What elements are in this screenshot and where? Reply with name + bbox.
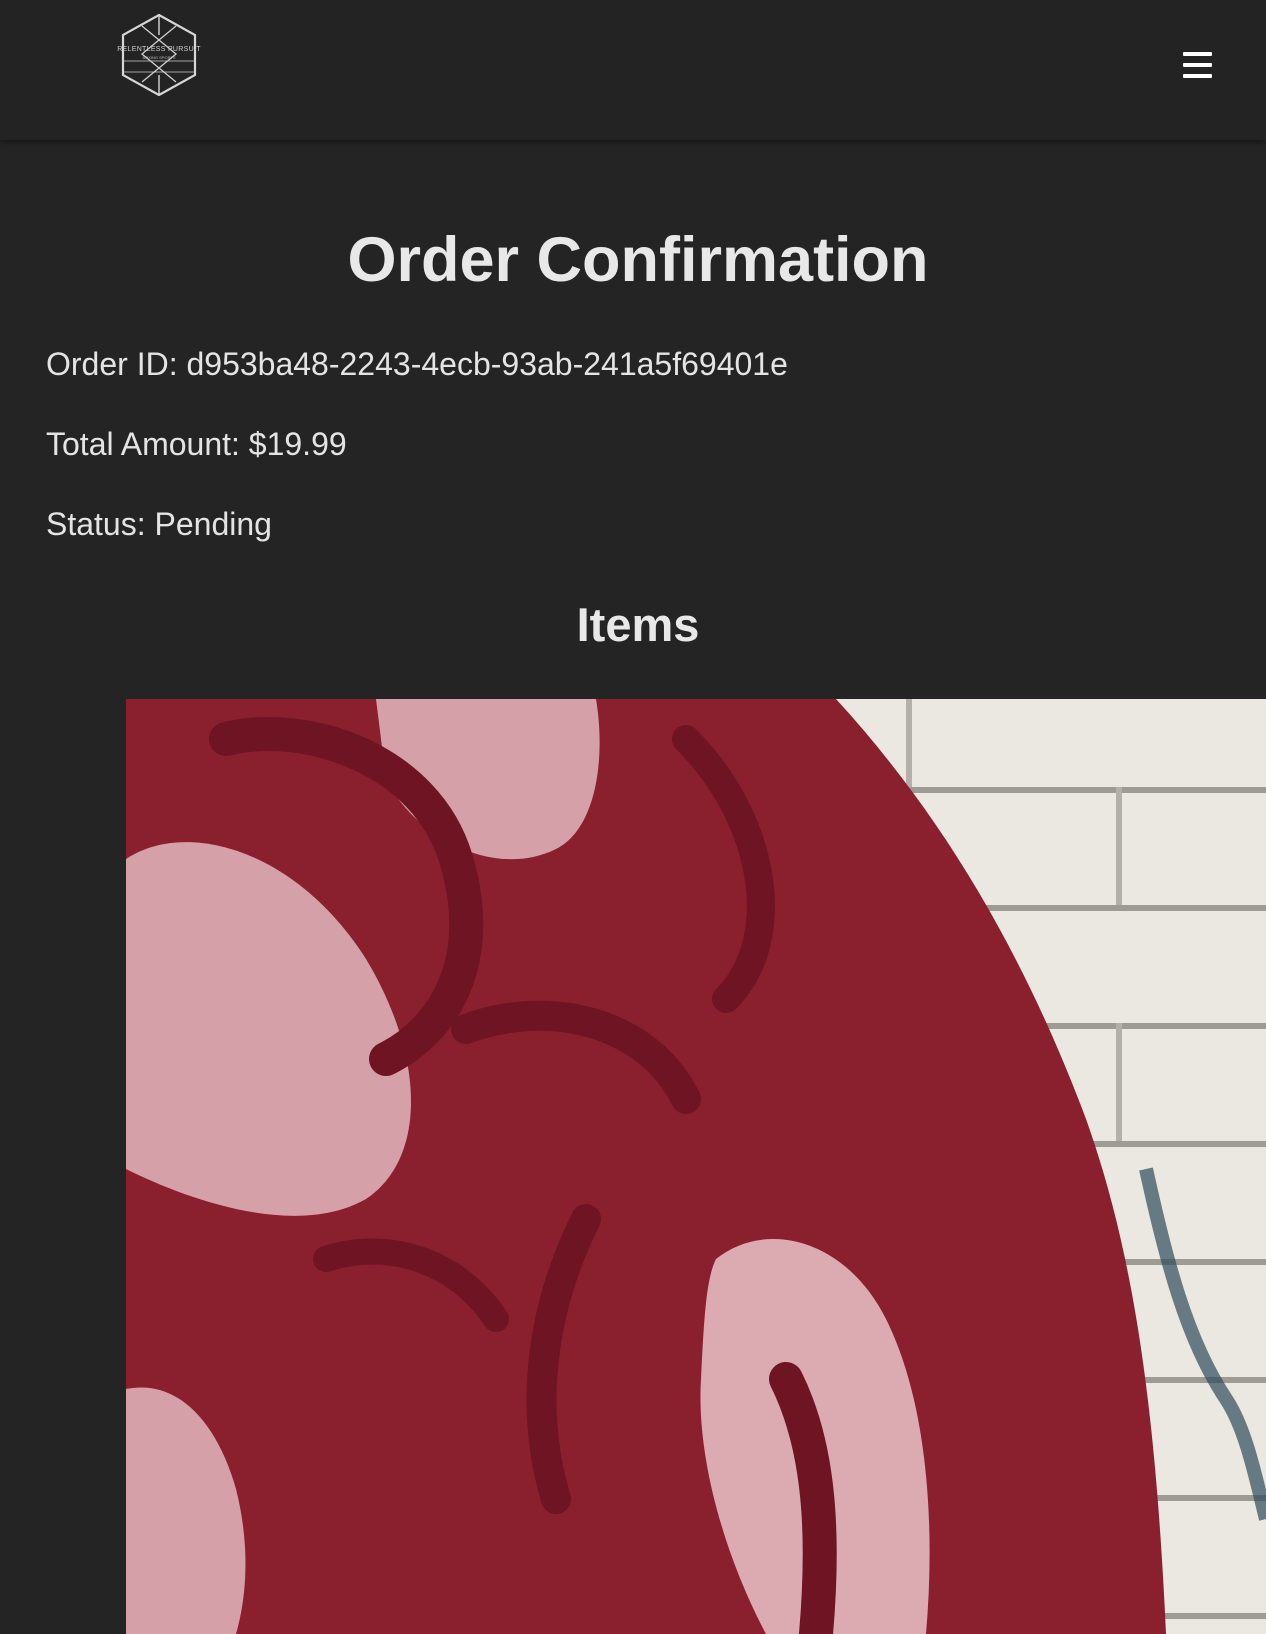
site-header: RELENTLESS PURSUIT BOXING SPORTS xyxy=(0,0,1266,140)
total-amount: Total Amount: $19.99 xyxy=(46,426,347,462)
page-title: Order Confirmation xyxy=(347,225,929,295)
hamburger-menu-icon[interactable] xyxy=(1168,48,1212,82)
logo-subtext: BOXING SPORTS xyxy=(142,55,176,60)
order-id: Order ID: d953ba48-2243-4ecb-93ab-241a5f… xyxy=(46,346,788,382)
hexagon-logo-icon xyxy=(121,13,197,97)
items-heading: Items xyxy=(576,598,700,651)
logo-text: RELENTLESS PURSUIT xyxy=(117,46,201,53)
site-logo[interactable]: RELENTLESS PURSUIT BOXING SPORTS xyxy=(114,12,204,97)
graffiti-wall-image xyxy=(126,699,1266,1634)
order-status: Status: Pending xyxy=(46,506,272,542)
item-product-image[interactable] xyxy=(126,699,1266,1634)
